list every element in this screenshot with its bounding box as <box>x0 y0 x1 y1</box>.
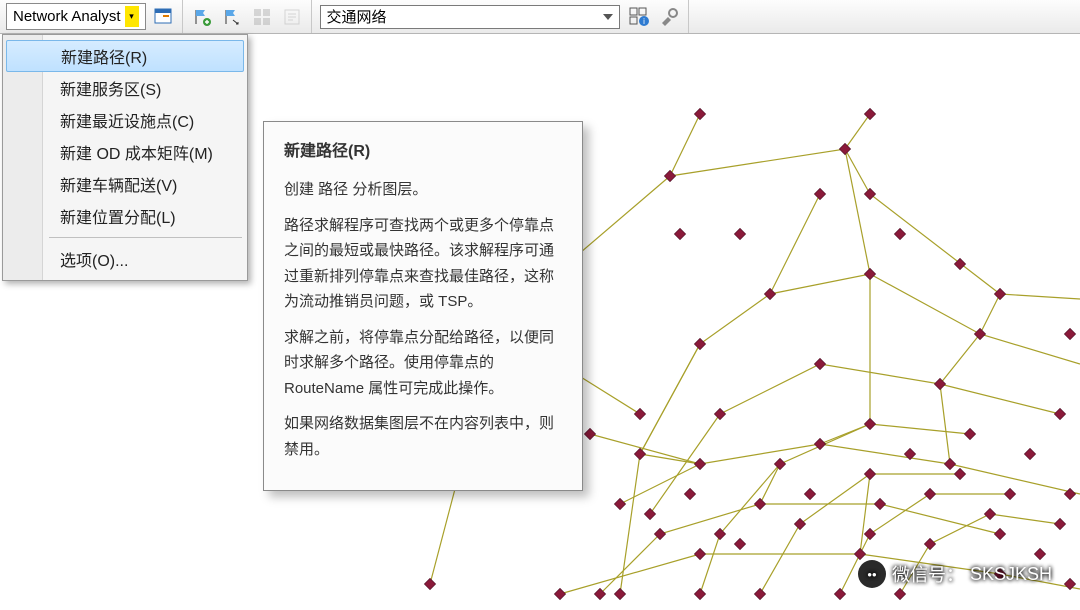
tooltip-p4: 如果网络数据集图层不在内容列表中，则禁用。 <box>284 411 562 462</box>
menu-new-route[interactable]: 新建路径(R) <box>6 40 244 72</box>
tooltip-p3: 求解之前，将停靠点分配给路径，以便同时求解多个路径。使用停靠点的 RouteNa… <box>284 325 562 402</box>
directions-icon <box>280 5 304 29</box>
network-dataset-combo[interactable]: 交通网络 <box>320 5 620 29</box>
menu-options[interactable]: 选项(O)... <box>4 243 246 275</box>
chevron-down-icon: ▾ <box>125 6 139 27</box>
svg-text:i: i <box>643 17 645 26</box>
build-icon[interactable] <box>657 5 681 29</box>
menu-new-service-area[interactable]: 新建服务区(S) <box>4 72 246 104</box>
network-analyst-dropdown[interactable]: Network Analyst ▾ <box>6 3 146 30</box>
tooltip-title: 新建路径(R) <box>284 138 562 165</box>
identify-icon[interactable]: i <box>627 5 651 29</box>
menu-new-location-allocation[interactable]: 新建位置分配(L) <box>4 200 246 232</box>
tooltip-p2: 路径求解程序可查找两个或更多个停靠点之间的最短或最快路径。该求解程序可通过重新排… <box>284 213 562 315</box>
tooltip-p1: 创建 路径 分析图层。 <box>284 177 562 203</box>
menu-new-closest-facility[interactable]: 新建最近设施点(C) <box>4 104 246 136</box>
network-analyst-menu: 新建路径(R) 新建服务区(S) 新建最近设施点(C) 新建 OD 成本矩阵(M… <box>2 34 248 281</box>
flag-move-icon[interactable] <box>220 5 244 29</box>
tooltip-new-route: 新建路径(R) 创建 路径 分析图层。 路径求解程序可查找两个或更多个停靠点之间… <box>263 121 583 491</box>
network-analyst-label: Network Analyst <box>13 8 121 25</box>
wechat-icon: •• <box>858 560 886 588</box>
watermark: •• 微信号： SKSJKSH <box>858 560 1052 588</box>
menu-new-od-matrix[interactable]: 新建 OD 成本矩阵(M) <box>4 136 246 168</box>
menu-new-vrp[interactable]: 新建车辆配送(V) <box>4 168 246 200</box>
watermark-id: SKSJKSH <box>970 564 1052 585</box>
combo-value: 交通网络 <box>327 6 387 27</box>
watermark-label: 微信号： <box>892 561 964 587</box>
menu-separator <box>49 237 242 238</box>
toolbar: Network Analyst ▾ 交通网络 i <box>0 0 1080 34</box>
na-window-icon[interactable] <box>151 5 175 29</box>
solve-icon <box>250 5 274 29</box>
flag-add-icon[interactable] <box>190 5 214 29</box>
